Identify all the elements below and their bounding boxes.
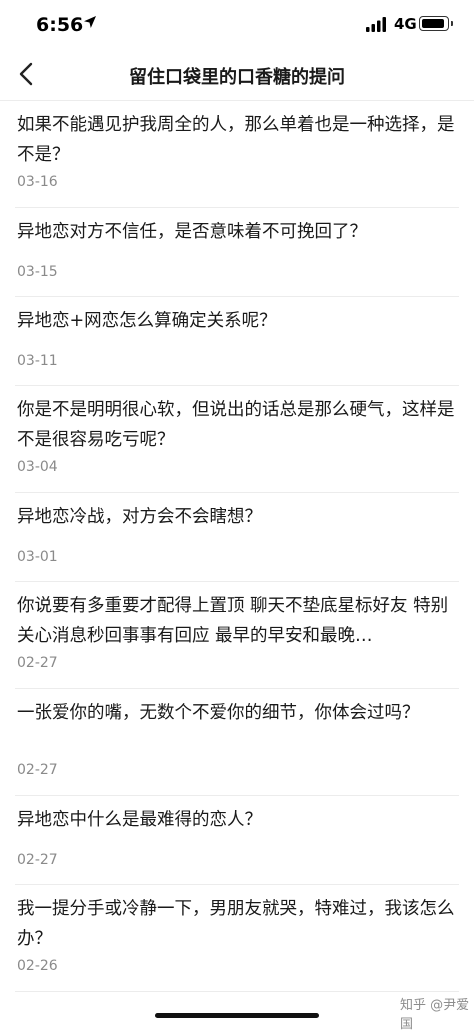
question-date: 03-04 (17, 459, 58, 475)
nav-bar: 留住口袋里的口香糖的提问 (0, 50, 474, 101)
question-title[interactable]: 你是不是明明很心软，但说出的话总是那么硬气，这样是不是很容易吃亏呢？ (17, 395, 459, 455)
location-arrow-icon (84, 16, 96, 28)
question-date: 02-27 (17, 852, 58, 868)
page-title: 留住口袋里的口香糖的提问 (129, 67, 345, 88)
status-time: 6:56 (36, 14, 84, 36)
question-title[interactable]: 一张爱你的嘴，无数个不爱你的细节，你体会过吗？ (17, 698, 459, 728)
status-bar: 6:56 4G (0, 0, 474, 50)
list-item[interactable]: 我一提分手或冷静一下，男朋友就哭，特难过，我该怎么办？ 02-26 (15, 885, 459, 992)
list-item[interactable]: 一张爱你的嘴，无数个不爱你的细节，你体会过吗？ 02-27 (15, 689, 459, 796)
list-item[interactable]: 异地恋+网恋怎么算确定关系呢？ 03-11 (15, 297, 459, 386)
question-list: 如果不能遇见护我周全的人，那么单着也是一种选择，是不是？ 03-16 异地恋对方… (0, 101, 474, 992)
network-type: 4G (394, 15, 417, 33)
battery-icon (419, 16, 449, 31)
signal-icon (366, 17, 386, 32)
battery-tip (451, 21, 453, 26)
question-title[interactable]: 异地恋中什么是最难得的恋人？ (17, 805, 459, 835)
list-item[interactable]: 你说要有多重要才配得上置顶 聊天不垫底星标好友 特别关心消息秒回事事有回应 最早… (15, 582, 459, 689)
question-title[interactable]: 你说要有多重要才配得上置顶 聊天不垫底星标好友 特别关心消息秒回事事有回应 最早… (17, 591, 459, 651)
list-item[interactable]: 异地恋对方不信任，是否意味着不可挽回了？ 03-15 (15, 208, 459, 297)
question-date: 03-16 (17, 174, 58, 190)
question-title[interactable]: 异地恋对方不信任，是否意味着不可挽回了？ (17, 217, 459, 247)
watermark: 知乎 @尹爱国 (400, 998, 470, 1032)
list-item[interactable]: 你是不是明明很心软，但说出的话总是那么硬气，这样是不是很容易吃亏呢？ 03-04 (15, 386, 459, 493)
question-date: 02-27 (17, 762, 58, 778)
question-title[interactable]: 如果不能遇见护我周全的人，那么单着也是一种选择，是不是？ (17, 110, 459, 170)
question-title[interactable]: 我一提分手或冷静一下，男朋友就哭，特难过，我该怎么办？ (17, 894, 459, 954)
list-item[interactable]: 异地恋中什么是最难得的恋人？ 02-27 (15, 796, 459, 885)
question-date: 03-01 (17, 549, 58, 565)
question-date: 03-11 (17, 353, 58, 369)
list-item[interactable]: 如果不能遇见护我周全的人，那么单着也是一种选择，是不是？ 03-16 (15, 101, 459, 208)
question-title[interactable]: 异地恋+网恋怎么算确定关系呢？ (17, 306, 459, 336)
question-title[interactable]: 异地恋冷战，对方会不会瞎想？ (17, 502, 459, 532)
question-date: 02-26 (17, 958, 58, 974)
home-indicator (155, 1013, 319, 1018)
list-item[interactable]: 异地恋冷战，对方会不会瞎想？ 03-01 (15, 493, 459, 582)
question-date: 02-27 (17, 655, 58, 671)
question-date: 03-15 (17, 264, 58, 280)
